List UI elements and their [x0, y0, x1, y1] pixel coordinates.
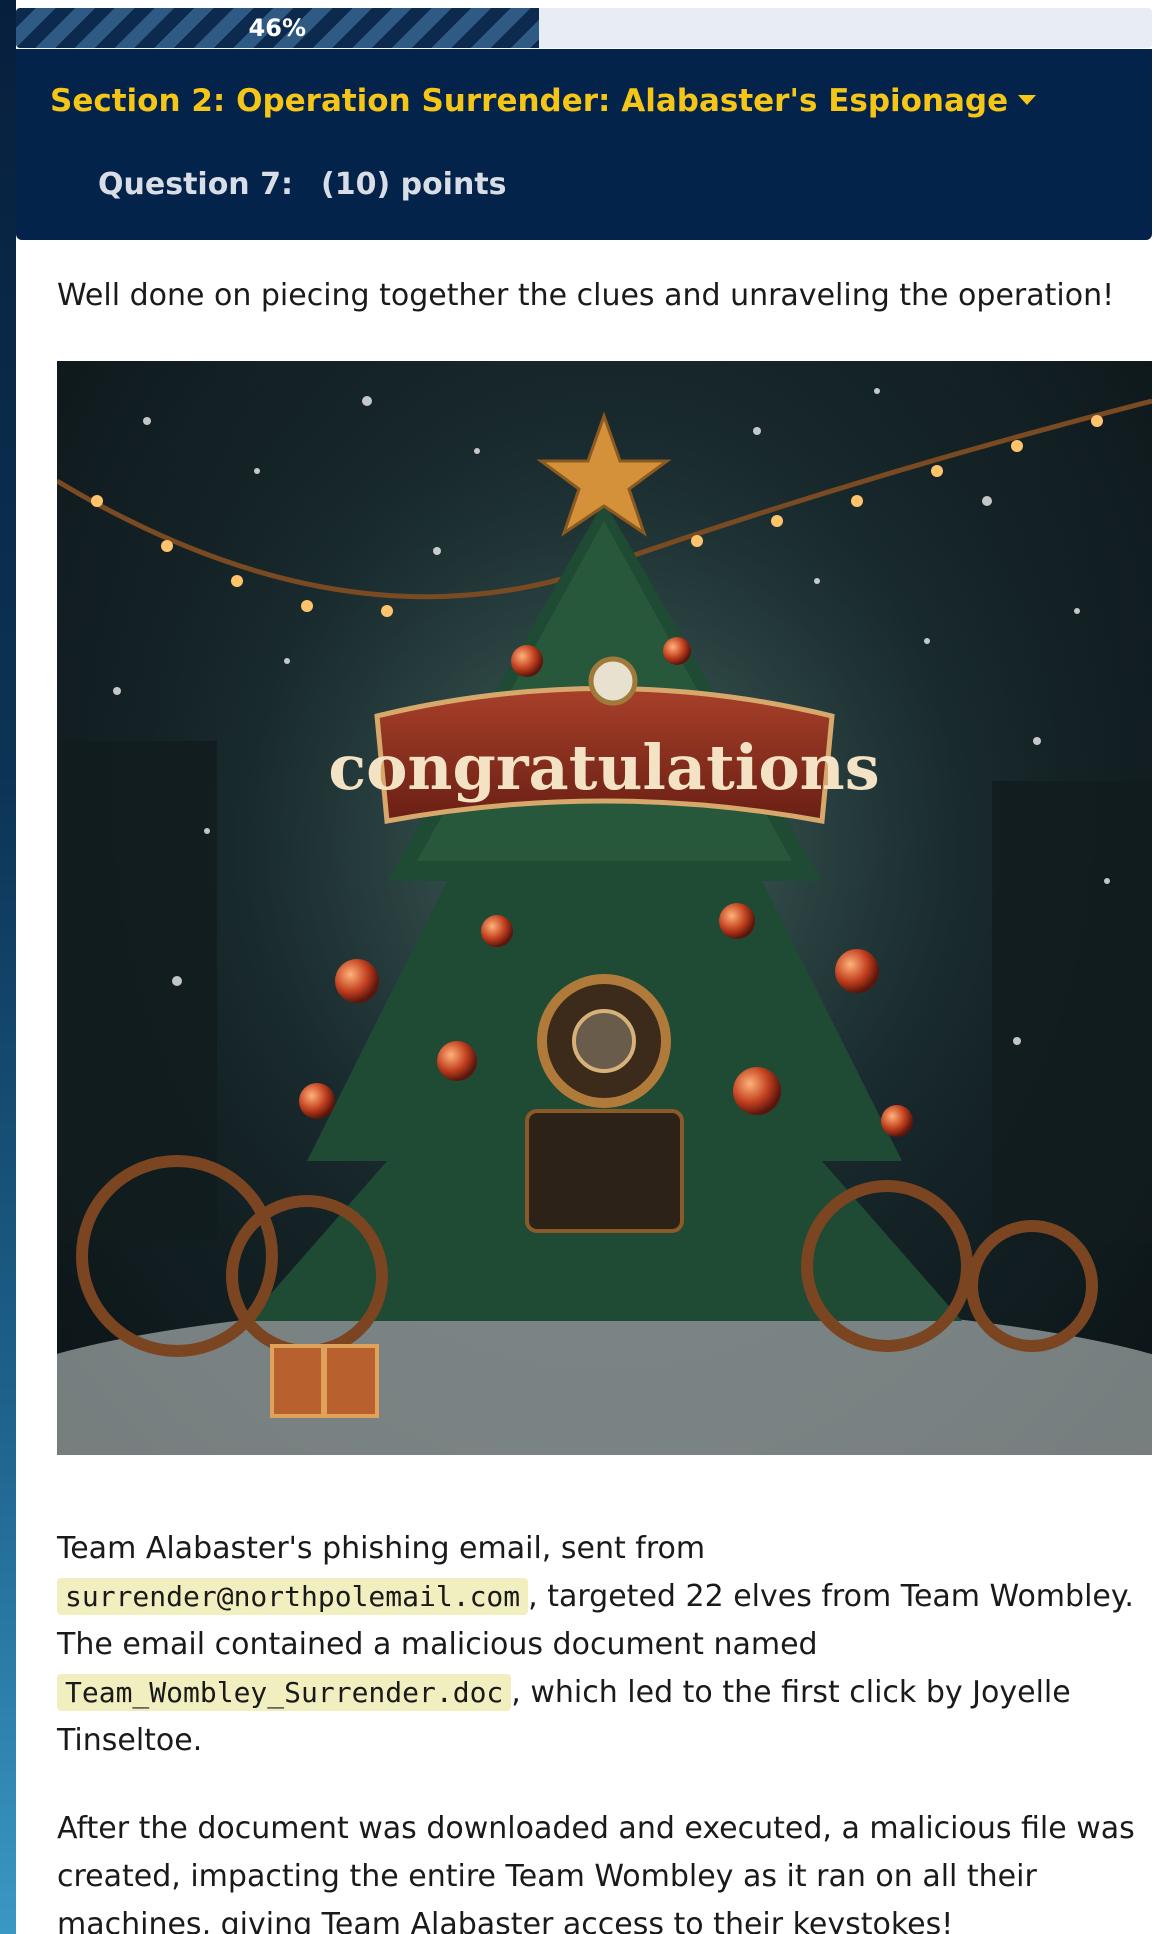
congratulations-image: congratulations [57, 361, 1152, 1455]
sender-email-code: surrender@northpolemail.com [57, 1578, 529, 1615]
summary-paragraph-2: After the document was downloaded and ex… [57, 1811, 1135, 1934]
question-label: Question 7: [98, 167, 293, 202]
banner-text: congratulations [328, 731, 879, 804]
section-header: Section 2: Operation Surrender: Alabaste… [16, 49, 1152, 240]
page: 46% Section 2: Operation Surrender: Alab… [0, 0, 1162, 1934]
christmas-tree-illustration: congratulations [57, 361, 1152, 1455]
summary-paragraph-1: Team Alabaster's phishing email, sent fr… [57, 1525, 1147, 1765]
points-label: (10) points [320, 167, 507, 202]
section-title-text: Section 2: Operation Surrender: Alabaste… [50, 83, 1009, 119]
caret-down-icon [1018, 95, 1037, 105]
progress-label: 46% [248, 14, 306, 42]
para1-text-1: Team Alabaster's phishing email, sent fr… [57, 1531, 706, 1566]
left-accent-bar [0, 0, 16, 1934]
intro-text: Well done on piecing together the clues … [57, 278, 1115, 313]
question-heading: Question 7: (10) points [98, 167, 507, 202]
section-title-dropdown[interactable]: Section 2: Operation Surrender: Alabaste… [50, 83, 1037, 119]
document-name-code: Team_Wombley_Surrender.doc [57, 1674, 512, 1711]
progress-bar: 46% [16, 8, 1152, 48]
